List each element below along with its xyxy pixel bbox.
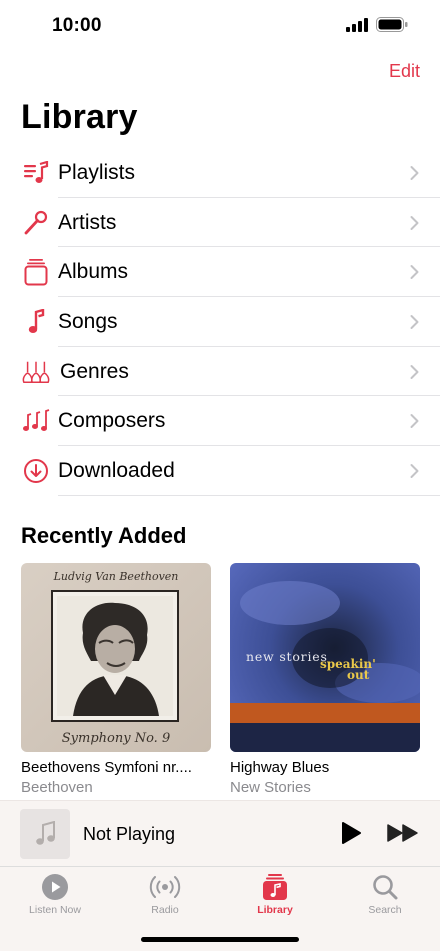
music-note-placeholder-icon (36, 821, 55, 845)
edit-button[interactable]: Edit (389, 61, 420, 82)
library-item-label: Downloaded (58, 458, 175, 482)
recently-added-title: Recently Added (21, 523, 187, 548)
mini-player-artwork (20, 809, 70, 859)
library-item-label: Playlists (58, 160, 136, 184)
chevron-right-icon (410, 215, 419, 230)
library-list: Playlists Artists Albums Songs Genres Co… (0, 148, 440, 496)
album-card-highway-blues[interactable]: new stories speakin' out Highway Blues N… (230, 563, 420, 796)
album-title: Highway Blues (230, 759, 330, 776)
library-music-icon (263, 874, 287, 900)
album-cover: Ludvig Van Beethoven Symphony No. 9 (21, 563, 211, 752)
library-item-artists[interactable]: Artists (0, 198, 440, 248)
battery-icon (376, 17, 408, 32)
play-button[interactable] (340, 821, 362, 845)
mini-player-title: Not Playing (83, 824, 176, 844)
library-item-genres[interactable]: Genres (0, 347, 440, 397)
radio-waves-icon (149, 876, 181, 898)
status-bar: 10:00 (0, 0, 440, 54)
library-item-downloaded[interactable]: Downloaded (0, 446, 440, 496)
cover-artist-text: new stories (246, 649, 328, 664)
status-icons (346, 17, 408, 32)
library-item-albums[interactable]: Albums (0, 247, 440, 298)
album-cover: new stories speakin' out (230, 563, 420, 752)
library-item-label: Composers (58, 409, 166, 433)
album-artist: New Stories (230, 779, 311, 796)
tab-label: Search (368, 904, 402, 916)
guitars-icon (22, 358, 50, 386)
signal-icon (346, 17, 368, 32)
cover-title-text-2: out (347, 668, 370, 682)
album-title: Beethovens Symfoni nr.... (21, 759, 192, 776)
page-title: Library (21, 98, 138, 136)
fast-forward-button[interactable] (386, 823, 420, 843)
music-note-icon (22, 308, 50, 336)
library-item-label: Genres (60, 359, 129, 383)
library-item-composers[interactable]: Composers (0, 396, 440, 447)
microphone-icon (22, 209, 50, 237)
status-time: 10:00 (52, 15, 102, 36)
row-divider (58, 494, 440, 496)
library-item-label: Albums (58, 260, 129, 284)
home-indicator (141, 937, 299, 942)
playlist-icon (22, 159, 50, 187)
tab-label: Radio (151, 904, 179, 916)
tab-listen-now[interactable]: Listen Now (0, 873, 110, 916)
chevron-right-icon (410, 165, 419, 180)
chevron-right-icon (410, 314, 419, 329)
notes-icon (22, 407, 50, 435)
tab-library[interactable]: Library (220, 873, 330, 916)
tab-label: Listen Now (29, 904, 81, 916)
play-circle-icon (42, 874, 68, 900)
album-artist: Beethoven (21, 779, 93, 796)
chevron-right-icon (410, 364, 419, 379)
album-stack-icon (22, 258, 50, 286)
search-icon (373, 875, 398, 900)
chevron-right-icon (410, 414, 419, 429)
tab-label: Library (257, 904, 293, 916)
album-card-beethoven[interactable]: Ludvig Van Beethoven Symphony No. 9 Beet… (21, 563, 211, 796)
mini-player[interactable]: Not Playing (0, 800, 440, 866)
library-item-songs[interactable]: Songs (0, 297, 440, 347)
tab-radio[interactable]: Radio (110, 873, 220, 916)
library-item-label: Artists (58, 210, 117, 234)
cover-bottom-text: Symphony No. 9 (61, 731, 171, 746)
tab-search[interactable]: Search (330, 873, 440, 916)
download-circle-icon (22, 457, 50, 485)
chevron-right-icon (410, 265, 419, 280)
library-item-playlists[interactable]: Playlists (0, 148, 440, 198)
library-item-label: Songs (58, 309, 118, 333)
cover-top-text: Ludvig Van Beethoven (53, 570, 179, 583)
chevron-right-icon (410, 463, 419, 478)
